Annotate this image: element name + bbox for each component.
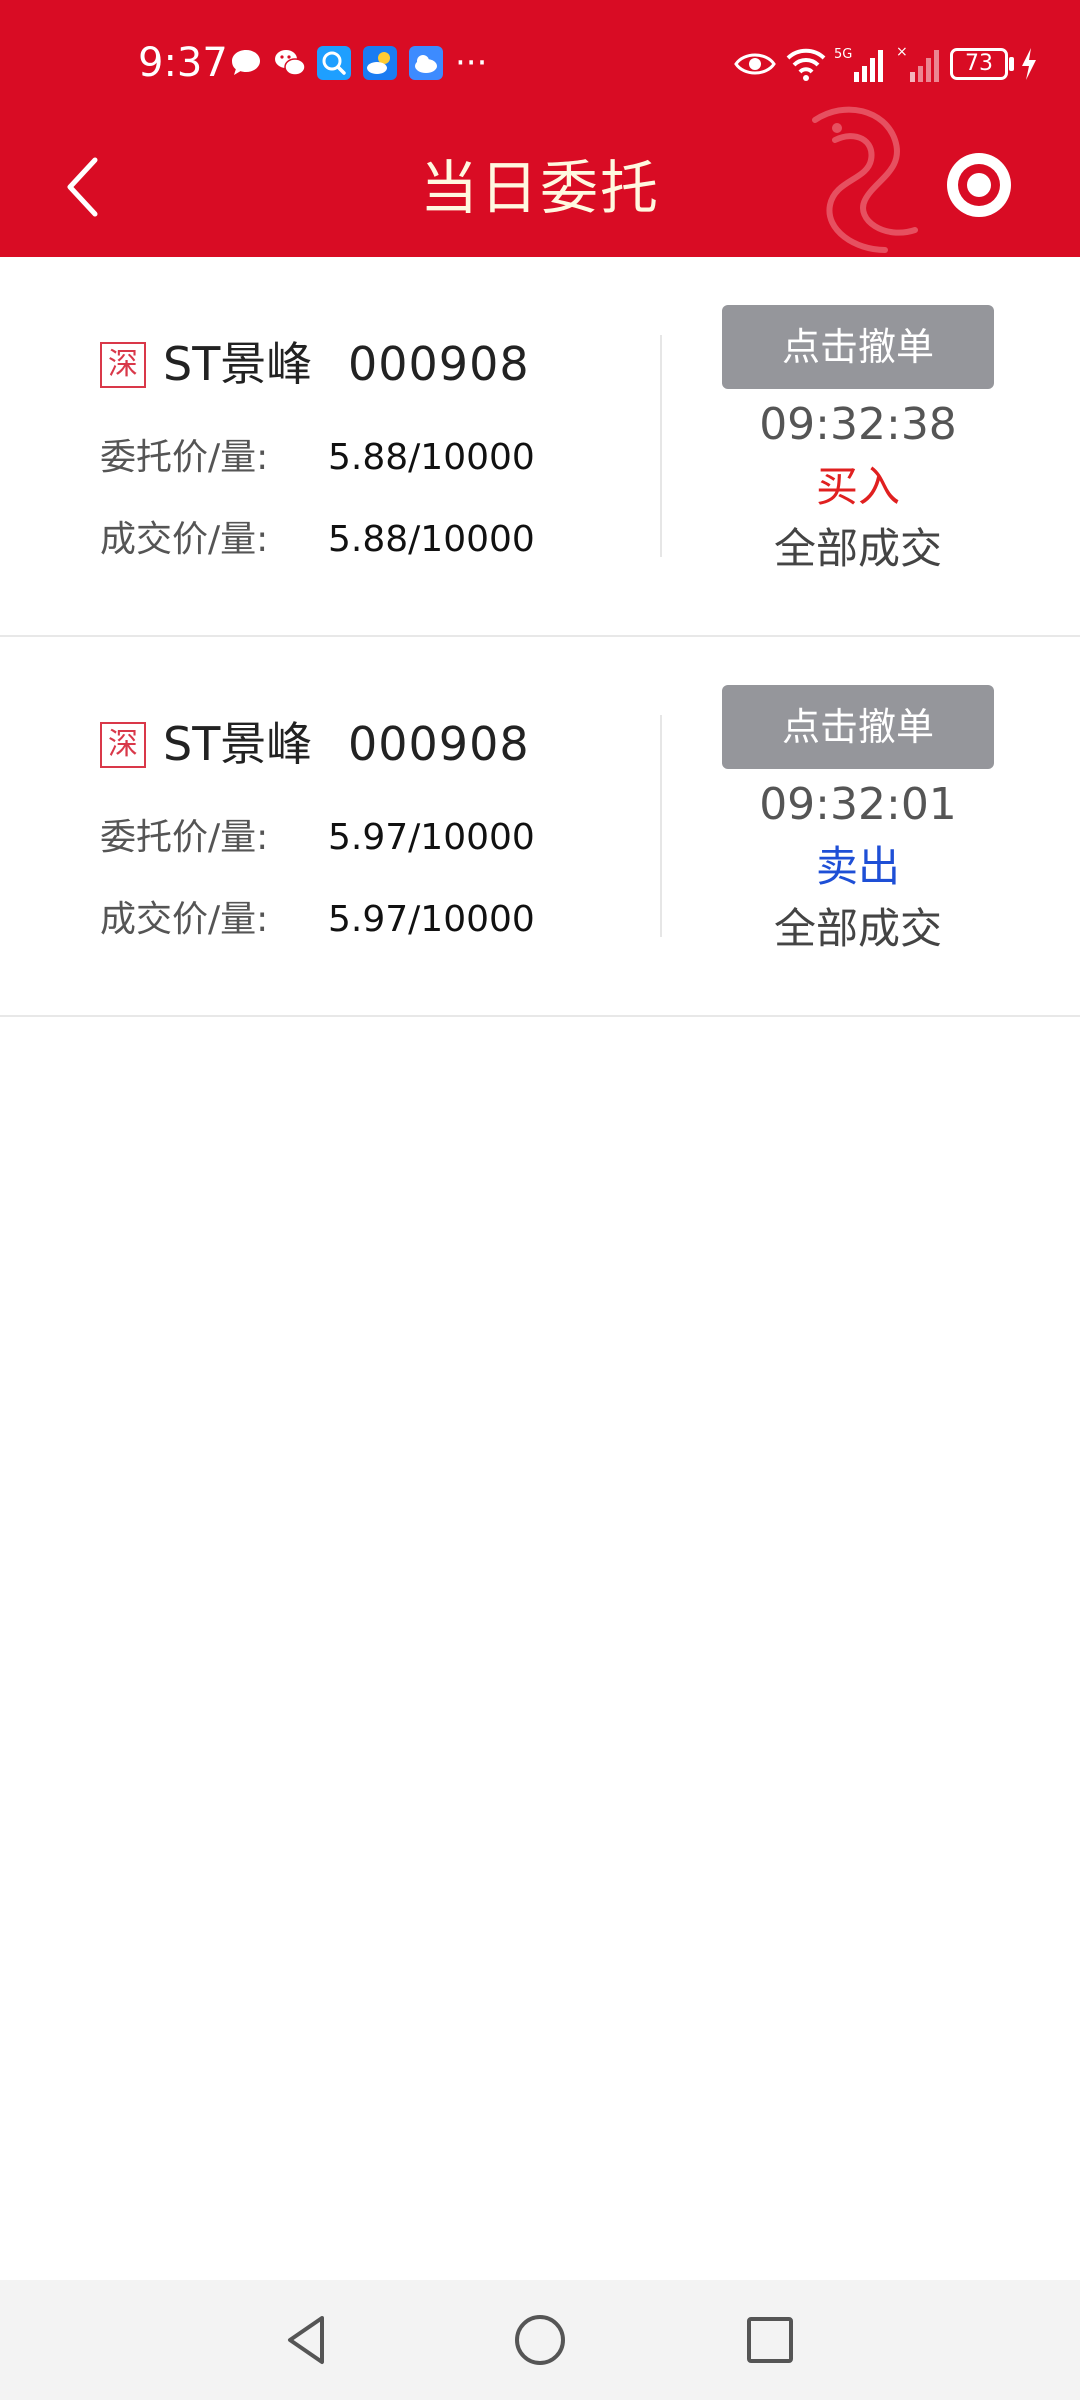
entrust-label: 委托价/量: xyxy=(100,437,269,478)
market-badge: 深 xyxy=(100,722,146,768)
status-time: 9:37 xyxy=(138,40,228,86)
navigation-bar xyxy=(0,2280,1080,2400)
order-time: 09:32:38 xyxy=(759,399,957,450)
back-triangle-icon[interactable] xyxy=(276,2308,340,2372)
stock-code: 000908 xyxy=(348,717,530,771)
svg-text:×: × xyxy=(896,44,908,60)
more-notifications-icon: ··· xyxy=(455,43,488,83)
stock-name: ST景峰 xyxy=(163,337,313,391)
order-card: 深 ST景峰 000908 委托价/量: 5.88/10000 成交价/量: 5… xyxy=(0,257,1080,637)
entrust-value: 5.97/10000 xyxy=(328,817,535,858)
target-icon[interactable] xyxy=(944,150,1014,220)
home-circle-icon[interactable] xyxy=(508,2308,572,2372)
deal-label: 成交价/量: xyxy=(100,899,269,940)
search-app-icon xyxy=(317,46,351,80)
eye-icon xyxy=(734,53,776,75)
entrust-label: 委托价/量: xyxy=(100,817,269,858)
order-card: 深 ST景峰 000908 委托价/量: 5.97/10000 成交价/量: 5… xyxy=(0,637,1080,1017)
weather-icon xyxy=(363,46,397,80)
dragon-watermark-icon xyxy=(812,106,918,253)
order-status: 全部成交 xyxy=(773,904,942,953)
signal-icon: × xyxy=(896,44,939,82)
app-header: 9:37 ··· 5G × 73 当日委托 xyxy=(0,0,1080,257)
battery-icon: 73 xyxy=(950,48,1008,80)
column-divider xyxy=(660,715,662,937)
order-side: 卖出 xyxy=(815,842,900,891)
wechat-icon xyxy=(275,50,306,76)
column-divider xyxy=(660,335,662,557)
battery-level: 73 xyxy=(965,51,993,76)
market-badge: 深 xyxy=(100,342,146,388)
5g-signal-icon: 5G xyxy=(834,47,883,82)
deal-value: 5.97/10000 xyxy=(328,899,535,940)
order-time: 09:32:01 xyxy=(759,779,957,830)
recents-square-icon[interactable] xyxy=(738,2308,802,2372)
deal-value: 5.88/10000 xyxy=(328,519,535,560)
message-bubble-icon xyxy=(232,50,260,75)
svg-text:5G: 5G xyxy=(834,47,852,62)
entrust-value: 5.88/10000 xyxy=(328,437,535,478)
stock-name: ST景峰 xyxy=(163,717,313,771)
wifi-icon xyxy=(786,48,826,81)
stock-code: 000908 xyxy=(348,337,530,391)
order-side: 买入 xyxy=(815,462,900,511)
charging-icon xyxy=(1022,48,1036,80)
cancel-order-button[interactable]: 点击撤单 xyxy=(722,305,994,389)
order-status: 全部成交 xyxy=(773,524,942,573)
title-bar: 当日委托 xyxy=(0,106,1080,257)
cancel-order-button[interactable]: 点击撤单 xyxy=(722,685,994,769)
deal-label: 成交价/量: xyxy=(100,519,269,560)
battery-tip xyxy=(1009,57,1014,71)
cloud-icon xyxy=(409,46,443,80)
